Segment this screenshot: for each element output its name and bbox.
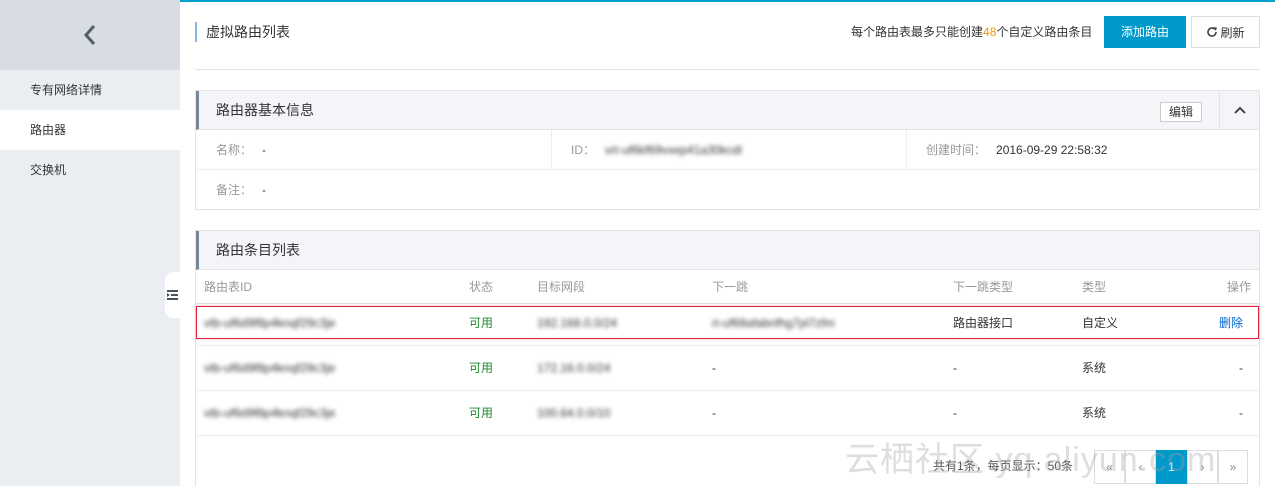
- col-next-hop: 下一跳: [712, 280, 749, 294]
- row-next-hop: -: [712, 361, 716, 375]
- col-next-hop-type: 下一跳类型: [953, 280, 1014, 294]
- router-basic-info-panel: 路由器基本信息 编辑 名称： - ID： vrt-uf6kf69vxep41a30k…: [195, 90, 1260, 210]
- page-title: 虚拟路由列表: [195, 22, 290, 42]
- quota-count: 48: [983, 25, 997, 39]
- row-status: 可用: [469, 406, 494, 420]
- sidebar-item-vpc-details[interactable]: 专有网络详情: [0, 70, 180, 110]
- info-divider: [906, 130, 907, 170]
- row-cidr: 172.16.0.0/24: [537, 361, 611, 375]
- col-destination-cidr: 目标网段: [537, 280, 586, 294]
- row-route-table-id: vtb-uf6d9f8p4knqf29c3je: [204, 406, 336, 420]
- table-row: vtb-uf6d9f8p4knqf29c3je 可用 192.168.0.0/2…: [196, 304, 1259, 346]
- route-entries-panel: 路由条目列表 路由表ID 状态 目标网段 下一跳 下一跳类型 类型 操作 vtb…: [195, 230, 1260, 486]
- table-row: vtb-uf6d9f8p4knqf29c3je 可用 172.16.0.0/24…: [196, 346, 1259, 391]
- col-status: 状态: [469, 280, 494, 294]
- col-type: 类型: [1082, 280, 1107, 294]
- row-cidr: 192.168.0.0/24: [537, 316, 618, 330]
- row-next-hop-type: -: [953, 361, 957, 375]
- col-action: 操作: [1226, 280, 1251, 294]
- id-label: ID：: [571, 143, 596, 157]
- basic-info-header: 路由器基本信息 编辑: [196, 91, 1259, 130]
- row-status: 可用: [469, 316, 494, 330]
- basic-info-title: 路由器基本信息: [216, 102, 314, 118]
- quota-suffix: 个自定义路由条目: [996, 25, 1093, 39]
- row-status: 可用: [469, 361, 494, 375]
- quota-prefix: 每个路由表最多只能创建: [851, 25, 984, 39]
- info-row-2: 备注： -: [196, 170, 1259, 210]
- refresh-icon: [1207, 27, 1218, 37]
- created-label: 创建时间：: [926, 143, 987, 157]
- row-type: 系统: [1082, 406, 1107, 420]
- row-type: 自定义: [1082, 316, 1119, 330]
- chevron-left-icon: [83, 25, 96, 45]
- router-id-field: ID： vrt-uf6kf69vxep41a30kcdl: [571, 130, 742, 170]
- route-entries-title: 路由条目列表: [216, 242, 300, 258]
- pagination-summary: 共有1条，每页显示：50条: [933, 459, 1074, 473]
- info-row-1: 名称： - ID： vrt-uf6kf69vxep41a30kcdl 创建时间： 20…: [196, 130, 1259, 170]
- page-current-button[interactable]: 1: [1156, 450, 1187, 484]
- page-last-button[interactable]: »: [1218, 450, 1248, 484]
- remark-field: 备注： -: [216, 170, 266, 210]
- id-value: vrt-uf6kf69vxep41a30kcdl: [605, 143, 742, 157]
- row-action: -: [1239, 361, 1243, 375]
- page-prev-button[interactable]: ‹: [1125, 450, 1156, 484]
- back-button[interactable]: [0, 0, 180, 70]
- sidebar-item-vswitch[interactable]: 交换机: [0, 150, 180, 190]
- sidebar: 专有网络详情 路由器 交换机: [0, 0, 180, 486]
- row-next-hop-type: -: [953, 406, 957, 420]
- row-action: -: [1239, 406, 1243, 420]
- table-header: 路由表ID 状态 目标网段 下一跳 下一跳类型 类型 操作: [196, 270, 1259, 304]
- page-next-button[interactable]: ›: [1187, 450, 1218, 484]
- menu-collapse-icon: [167, 290, 178, 300]
- row-next-hop: -: [712, 406, 716, 420]
- add-route-button[interactable]: 添加路由: [1104, 16, 1186, 48]
- row-cidr: 100.64.0.0/10: [537, 406, 611, 420]
- created-time-field: 创建时间： 2016-09-29 22:58:32: [926, 130, 1107, 170]
- header-divider: [195, 69, 1260, 70]
- delete-route-link[interactable]: 删除: [1219, 304, 1243, 342]
- row-next-hop: ri-uf68afabnfhg7pl7zfm: [712, 316, 835, 330]
- refresh-button[interactable]: 刷新: [1191, 16, 1260, 48]
- row-next-hop-type: 路由器接口: [953, 316, 1014, 330]
- edit-button[interactable]: 编辑: [1160, 102, 1202, 122]
- name-label: 名称：: [216, 143, 253, 157]
- chevron-up-icon: [1233, 106, 1246, 114]
- page-first-button[interactable]: «: [1094, 450, 1125, 484]
- info-divider: [551, 130, 552, 170]
- collapse-panel-button[interactable]: [1219, 91, 1259, 129]
- row-route-table-id: vtb-uf6d9f8p4knqf29c3je: [204, 361, 336, 375]
- top-accent-line: [180, 0, 1275, 2]
- remark-label: 备注：: [216, 183, 253, 197]
- row-route-table-id: vtb-uf6d9f8p4knqf29c3je: [204, 316, 336, 330]
- created-value: 2016-09-29 22:58:32: [996, 143, 1108, 157]
- name-value: -: [262, 143, 267, 157]
- route-entries-header: 路由条目列表: [196, 231, 1259, 270]
- row-type: 系统: [1082, 361, 1107, 375]
- table-row: vtb-uf6d9f8p4knqf29c3je 可用 100.64.0.0/10…: [196, 391, 1259, 436]
- sidebar-collapse-toggle[interactable]: [165, 272, 180, 318]
- route-quota-notice: 每个路由表最多只能创建48个自定义路由条目: [851, 24, 1092, 40]
- sidebar-item-router[interactable]: 路由器: [0, 110, 180, 150]
- col-route-table-id: 路由表ID: [204, 280, 253, 294]
- refresh-label: 刷新: [1220, 25, 1245, 40]
- remark-value: -: [262, 183, 267, 197]
- router-name-field: 名称： -: [216, 130, 266, 170]
